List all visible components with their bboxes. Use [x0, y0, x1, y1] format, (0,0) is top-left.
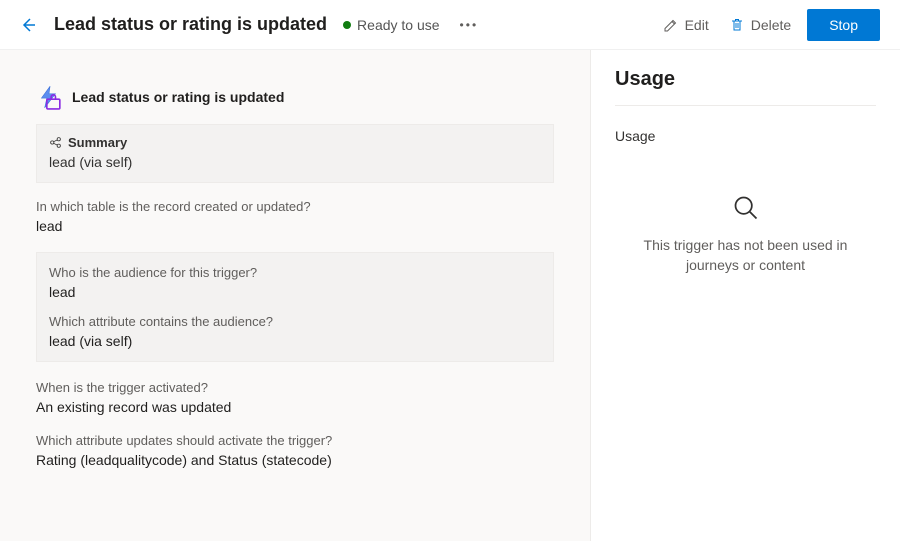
edit-label: Edit	[685, 17, 709, 33]
status-pill: Ready to use	[343, 17, 440, 33]
status-dot-icon	[343, 21, 351, 29]
delete-label: Delete	[751, 17, 791, 33]
summary-box: Summary lead (via self)	[36, 124, 554, 183]
question-attributes-trigger: Which attribute updates should activate …	[36, 433, 554, 468]
question-label: When is the trigger activated?	[36, 380, 554, 395]
lightning-icon	[36, 84, 62, 110]
page-title: Lead status or rating is updated	[54, 14, 327, 35]
back-arrow-icon[interactable]	[20, 17, 36, 33]
edit-button[interactable]: Edit	[653, 11, 719, 39]
share-icon	[49, 136, 62, 149]
summary-label-row: Summary	[49, 135, 127, 150]
body: Lead status or rating is updated Summary…	[0, 50, 900, 541]
audience-box: Who is the audience for this trigger? le…	[36, 252, 554, 362]
question-label: Who is the audience for this trigger?	[49, 265, 541, 280]
usage-empty-state: This trigger has not been used in journe…	[615, 194, 876, 275]
summary-label: Summary	[68, 135, 127, 150]
right-pane: Usage Usage This trigger has not been us…	[590, 50, 900, 541]
status-label: Ready to use	[357, 17, 440, 33]
question-label: Which attribute contains the audience?	[49, 314, 541, 329]
question-label: In which table is the record created or …	[36, 199, 554, 214]
delete-button[interactable]: Delete	[719, 11, 801, 39]
question-activation: When is the trigger activated? An existi…	[36, 380, 554, 415]
pencil-icon	[663, 17, 679, 33]
question-audience: Who is the audience for this trigger? le…	[49, 265, 541, 300]
summary-value: lead (via self)	[49, 154, 541, 170]
question-value: lead (via self)	[49, 333, 541, 349]
question-value: lead	[36, 218, 554, 234]
usage-empty-text: This trigger has not been used in journe…	[615, 236, 876, 275]
more-menu-icon[interactable]: •••	[460, 18, 479, 32]
left-pane: Lead status or rating is updated Summary…	[0, 50, 590, 541]
trigger-header: Lead status or rating is updated	[36, 80, 554, 124]
question-value: Rating (leadqualitycode) and Status (sta…	[36, 452, 554, 468]
header-bar: Lead status or rating is updated Ready t…	[0, 0, 900, 50]
usage-subtitle: Usage	[615, 128, 876, 144]
question-value: lead	[49, 284, 541, 300]
stop-button[interactable]: Stop	[807, 9, 880, 41]
question-attribute-audience: Which attribute contains the audience? l…	[49, 314, 541, 349]
usage-title: Usage	[615, 68, 876, 106]
question-table: In which table is the record created or …	[36, 199, 554, 234]
trigger-name: Lead status or rating is updated	[72, 89, 284, 105]
magnifier-icon	[732, 194, 760, 222]
question-label: Which attribute updates should activate …	[36, 433, 554, 448]
trash-icon	[729, 17, 745, 33]
question-value: An existing record was updated	[36, 399, 554, 415]
stop-label: Stop	[829, 17, 858, 33]
